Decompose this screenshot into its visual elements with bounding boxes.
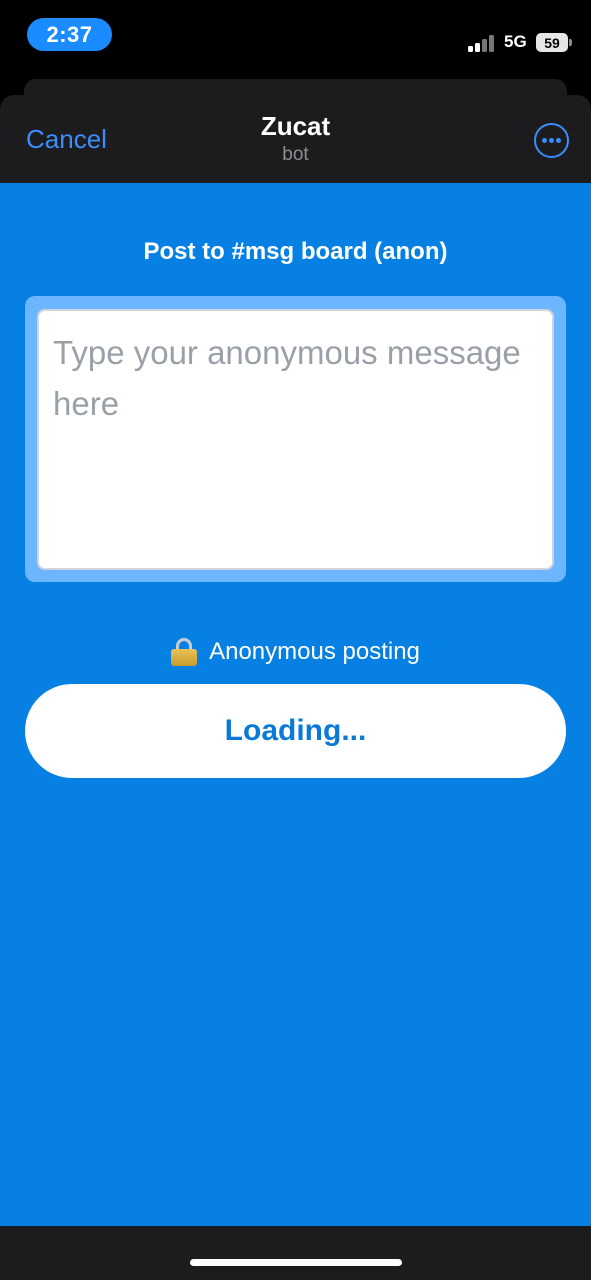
phone-screen: 2:37 5G 59 Cancel Zucat bot Post to #msg… <box>0 0 591 1280</box>
bottom-bar <box>0 1226 591 1280</box>
form-title: Post to #msg board (anon) <box>143 238 448 265</box>
message-textarea[interactable] <box>37 309 554 570</box>
ellipsis-circle-icon[interactable] <box>534 123 569 158</box>
signal-bars-icon <box>468 34 496 52</box>
bot-subtitle: bot <box>282 144 309 165</box>
bot-webapp-sheet: Cancel Zucat bot Post to #msg board (ano… <box>0 95 591 1280</box>
sheet-header: Cancel Zucat bot <box>0 95 591 183</box>
battery-tip <box>569 39 572 46</box>
submit-button[interactable]: Loading... <box>25 684 566 778</box>
anonymous-posting-note: Anonymous posting <box>0 638 591 666</box>
lock-icon <box>171 638 198 666</box>
network-label: 5G <box>504 32 527 51</box>
bot-title: Zucat <box>260 111 331 141</box>
status-bar: 2:37 5G 59 <box>0 0 591 72</box>
anonymous-posting-label: Anonymous posting <box>209 638 420 665</box>
message-field-frame <box>25 296 566 582</box>
home-indicator[interactable] <box>190 1259 402 1266</box>
battery-icon: 59 <box>536 33 568 52</box>
status-time: 2:37 <box>27 18 112 51</box>
webapp-content: Post to #msg board (anon) Anonymous post… <box>0 183 591 1226</box>
